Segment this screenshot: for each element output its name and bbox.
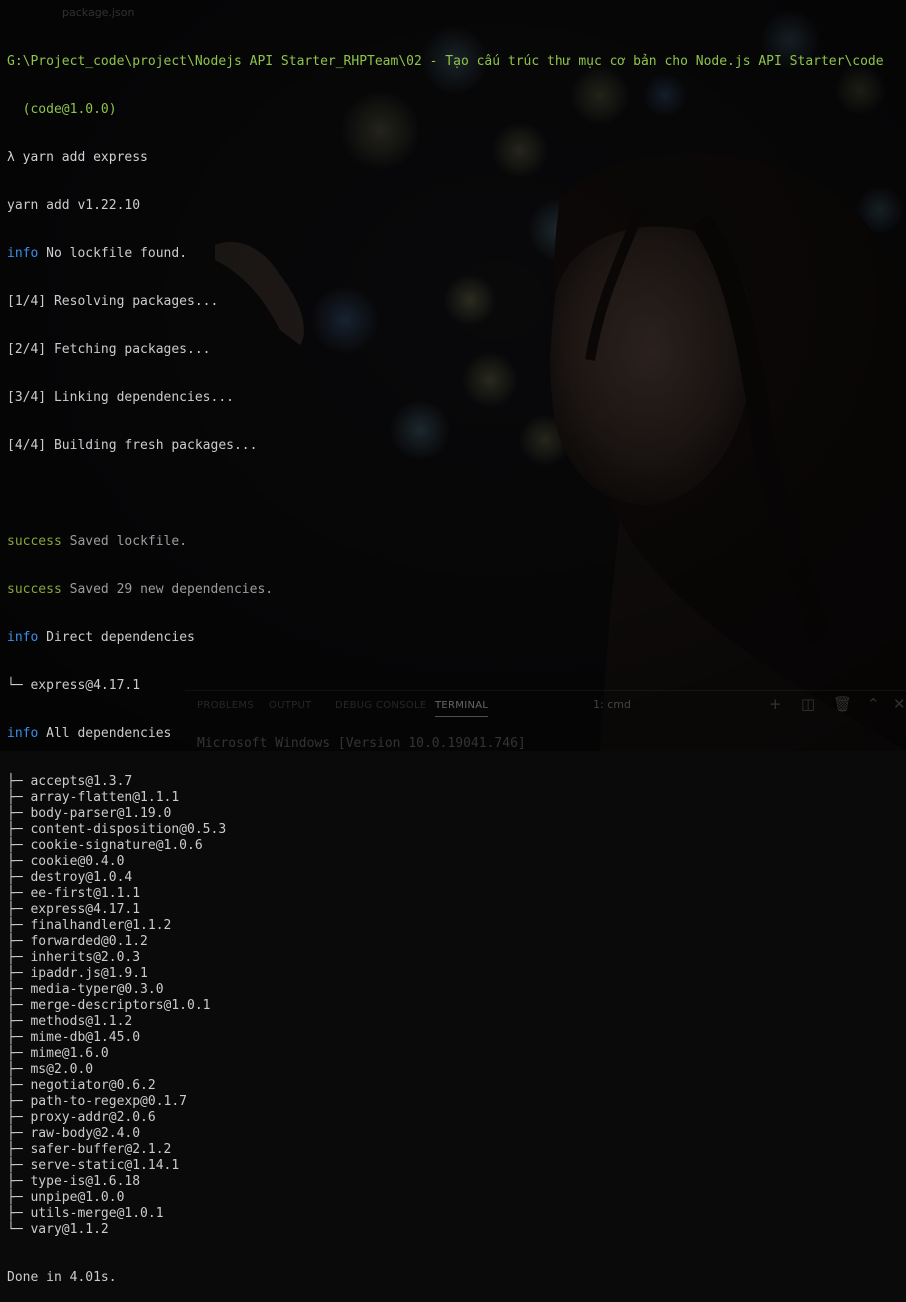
dependency-item: ├─ negotiator@0.6.2 [7,1078,156,1093]
yarn-version: yarn add v1.22.10 [7,198,141,213]
info-label: info [7,726,39,741]
success-label: success [7,582,62,597]
dependency-item: ├─ type-is@1.6.18 [7,1174,141,1189]
dependency-item: ├─ cookie@0.4.0 [7,854,125,869]
terminal-output[interactable]: G:\Project_code\project\Nodejs API Start… [7,22,902,1302]
success-label: success [7,534,62,549]
no-lockfile-text: No lockfile found. [46,246,188,261]
dependency-item: ├─ serve-static@1.14.1 [7,1158,180,1173]
step-line: [1/4] Resolving packages... [7,294,219,309]
direct-deps-header: info Direct dependencies [7,630,902,646]
dependency-item: └─ vary@1.1.2 [7,1222,109,1237]
saved-deps-text: Saved 29 new dependencies. [69,582,274,597]
info-label: info [7,630,39,645]
no-lockfile-line: info No lockfile found. [7,246,902,262]
dependency-item: ├─ mime@1.6.0 [7,1046,109,1061]
done-line: Done in 4.01s. [7,1270,117,1285]
saved-deps-line: success Saved 29 new dependencies. [7,582,902,598]
info-label: info [7,246,39,261]
dependency-item: ├─ proxy-addr@2.0.6 [7,1110,156,1125]
dependency-item: ├─ utils-merge@1.0.1 [7,1206,164,1221]
direct-deps-label: Direct dependencies [46,630,195,645]
dependency-item: ├─ merge-descriptors@1.0.1 [7,998,211,1013]
dependency-item: ├─ cookie-signature@1.0.6 [7,838,203,853]
dependency-item: ├─ content-disposition@0.5.3 [7,822,227,837]
dependency-item: ├─ ms@2.0.0 [7,1062,94,1077]
dependency-item: ├─ safer-buffer@2.1.2 [7,1142,172,1157]
dependency-item: ├─ array-flatten@1.1.1 [7,790,180,805]
dependency-item: ├─ ipaddr.js@1.9.1 [7,966,148,981]
dependency-item: └─ express@4.17.1 [7,678,141,693]
cwd-suffix: (code@1.0.0) [7,102,117,117]
dependency-item: ├─ mime-db@1.45.0 [7,1030,141,1045]
dependency-item: ├─ path-to-regexp@0.1.7 [7,1094,188,1109]
command-text: yarn add express [22,150,148,165]
editor-tab-ghost[interactable]: package.json [62,6,134,19]
prompt-symbol: λ [7,150,15,165]
dependency-item: ├─ ee-first@1.1.1 [7,886,141,901]
dependency-item: ├─ destroy@1.0.4 [7,870,133,885]
dependency-item: ├─ methods@1.1.2 [7,1014,133,1029]
dependency-item: ├─ inherits@2.0.3 [7,950,141,965]
prompt-line: λ yarn add express [7,150,902,166]
all-deps-label: All dependencies [46,726,172,741]
step-line: [4/4] Building fresh packages... [7,438,258,453]
dependency-item: ├─ raw-body@2.4.0 [7,1126,141,1141]
step-line: [3/4] Linking dependencies... [7,390,234,405]
dependency-item: ├─ accepts@1.3.7 [7,774,133,789]
dependency-item: ├─ express@4.17.1 [7,902,141,917]
all-deps-header: info All dependencies [7,726,902,742]
all-deps-list: ├─ accepts@1.3.7 ├─ array-flatten@1.1.1 ├─… [7,774,902,1238]
dependency-item: ├─ body-parser@1.19.0 [7,806,172,821]
dependency-item: ├─ finalhandler@1.1.2 [7,918,172,933]
dependency-item: ├─ forwarded@0.1.2 [7,934,148,949]
saved-lockfile-line: success Saved lockfile. [7,534,902,550]
step-line: [2/4] Fetching packages... [7,342,211,357]
cwd-path: G:\Project_code\project\Nodejs API Start… [7,54,884,69]
dependency-item: ├─ media-typer@0.3.0 [7,982,164,997]
saved-lockfile-text: Saved lockfile. [69,534,188,549]
dependency-item: ├─ unpipe@1.0.0 [7,1190,125,1205]
